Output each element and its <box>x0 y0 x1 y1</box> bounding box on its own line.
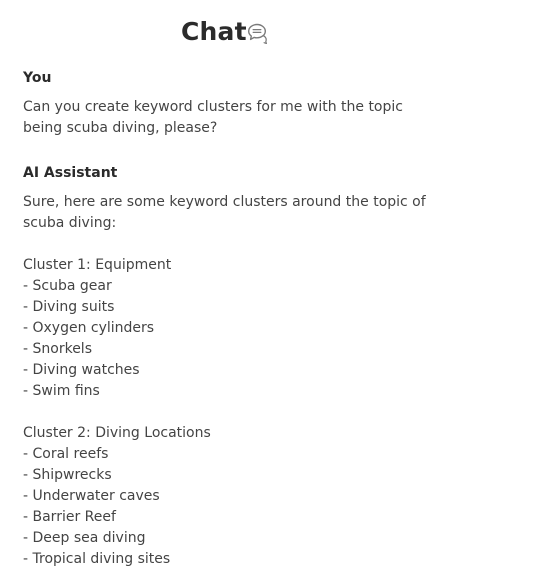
list-item: - Deep sea diving <box>23 530 146 546</box>
list-item: - Tropical diving sites <box>23 551 171 567</box>
message-list: You Can you create keyword clusters for … <box>23 68 513 570</box>
chat-bubbles-icon <box>248 23 267 44</box>
user-message: You Can you create keyword clusters for … <box>23 68 513 139</box>
list-item: - Swim fins <box>23 383 100 399</box>
list-item: - Scuba gear <box>23 278 112 294</box>
list-item: - Oxygen cylinders <box>23 320 155 336</box>
keyword-cluster: Cluster 1: Equipment - Scuba gear - Divi… <box>23 255 513 402</box>
message-sender: AI Assistant <box>23 165 118 181</box>
cluster-list: - Scuba gear - Diving suits - Oxygen cyl… <box>23 276 513 402</box>
cluster-list: - Coral reefs - Shipwrecks - Underwater … <box>23 444 513 570</box>
keyword-cluster: Cluster 2: Diving Locations - Coral reef… <box>23 423 513 570</box>
chat-page: Chat You Can you create keyword clusters… <box>0 0 535 585</box>
cluster-heading: Cluster 2: Diving Locations <box>23 425 211 441</box>
list-item: - Diving suits <box>23 299 115 315</box>
list-item: - Coral reefs <box>23 446 109 462</box>
page-title: Chat <box>181 17 247 46</box>
list-item: - Shipwrecks <box>23 467 112 483</box>
list-item: - Underwater caves <box>23 488 160 504</box>
message-sender: You <box>23 70 52 86</box>
chat-header: Chat <box>0 14 535 50</box>
list-item: - Diving watches <box>23 362 140 378</box>
list-item: - Snorkels <box>23 341 92 357</box>
list-item: - Barrier Reef <box>23 509 116 525</box>
message-text: Can you create keyword clusters for me w… <box>23 99 403 136</box>
assistant-message: AI Assistant Sure, here are some keyword… <box>23 163 513 570</box>
cluster-heading: Cluster 1: Equipment <box>23 257 172 273</box>
message-intro: Sure, here are some keyword clusters aro… <box>23 194 426 231</box>
